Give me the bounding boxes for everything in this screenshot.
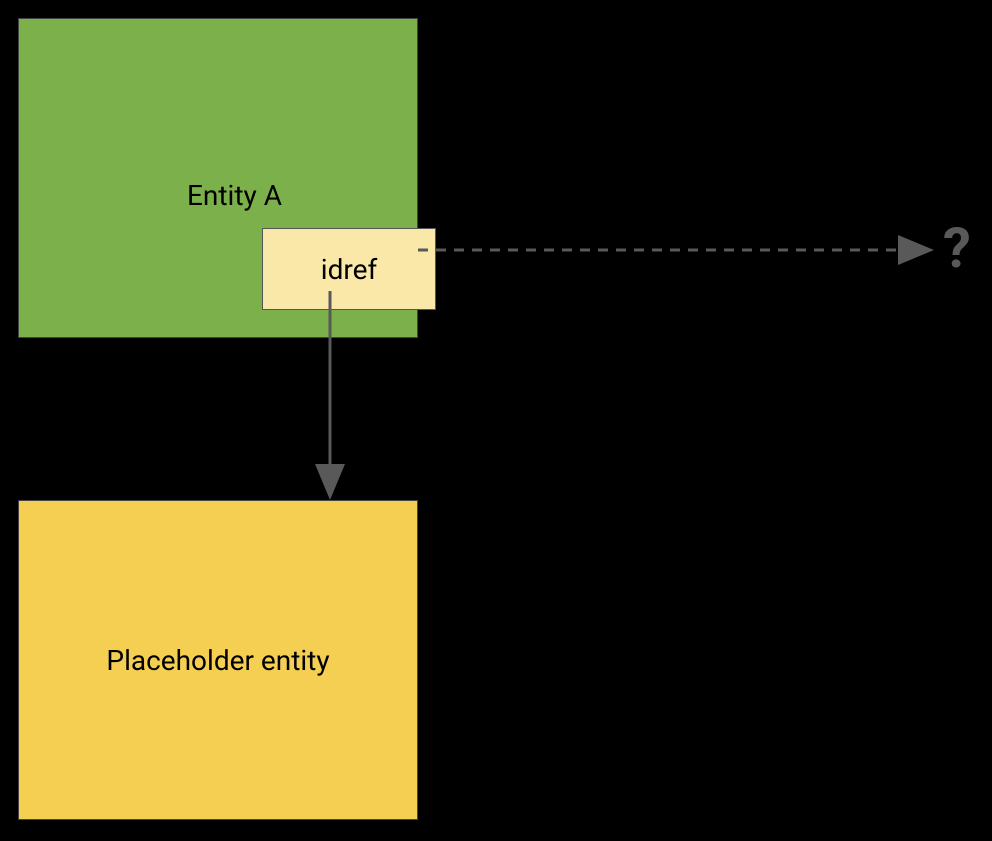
- entity-a-box: Entity A idref: [18, 18, 418, 338]
- question-mark-icon: ?: [943, 215, 971, 281]
- idref-box: idref: [262, 228, 436, 310]
- idref-label: idref: [321, 253, 377, 286]
- placeholder-entity-box: Placeholder entity: [18, 500, 418, 820]
- placeholder-entity-label: Placeholder entity: [106, 644, 329, 677]
- entity-a-label: Entity A: [187, 179, 282, 212]
